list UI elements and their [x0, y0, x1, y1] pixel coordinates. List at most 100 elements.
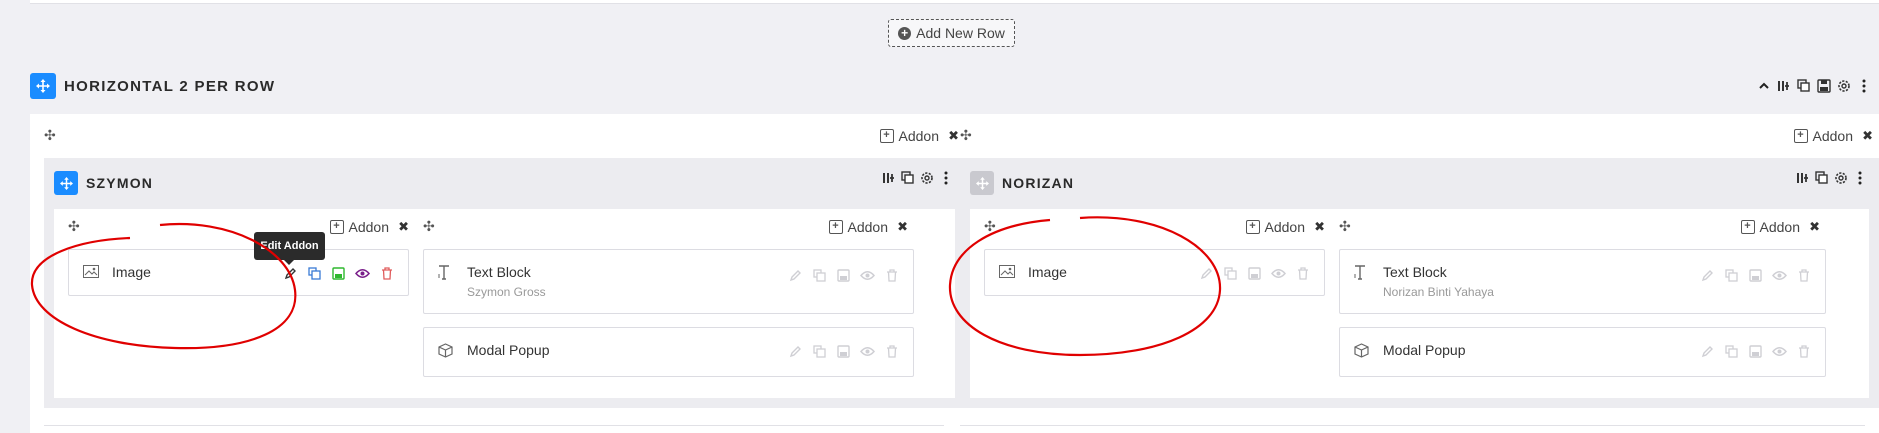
add-addon-icon: + [329, 220, 344, 234]
add-addon-icon: + [1245, 220, 1260, 234]
column-drag-handle-icon[interactable]: ✣ [960, 128, 974, 142]
save-icon[interactable] [1247, 266, 1262, 281]
column-layout-icon[interactable] [1776, 78, 1791, 93]
inner-column-1: ✣ + Addon ✖ Image [54, 209, 409, 398]
inner-row-norizan: NORIZAN ✣ + Addon ✖ Image ✣ + Addon ✖ Te… [960, 158, 1879, 408]
outer-column-2: ✣ + Addon ✖ NORIZAN ✣ + Addon ✖ Image ✣ … [950, 114, 1879, 433]
trash-icon[interactable] [1295, 266, 1310, 281]
add-new-row-label: Add New Row [916, 25, 1005, 41]
eye-icon[interactable] [860, 344, 875, 359]
duplicate-icon[interactable] [1724, 268, 1739, 283]
addon-name: Text Block [467, 264, 531, 280]
gear-icon[interactable] [1833, 170, 1848, 185]
add-addon-button[interactable]: + Addon [1245, 219, 1305, 235]
inner-row-title: NORIZAN [1002, 175, 1075, 191]
section-content: ✣ + Addon ✖ SZYMON ✣ + Addon ✖ Image ✣ +… [30, 114, 1879, 433]
addon-actions [788, 344, 899, 359]
pencil-icon[interactable] [1700, 344, 1715, 359]
trash-icon[interactable] [884, 344, 899, 359]
pencil-icon[interactable] [283, 266, 298, 281]
gear-icon[interactable] [919, 170, 934, 185]
trash-icon[interactable] [379, 266, 394, 281]
pencil-icon[interactable] [788, 268, 803, 283]
add-addon-button[interactable]: + Addon [828, 219, 888, 235]
inner-column-2: ✣ + Addon ✖ Text Block Szymon Gross Moda… [423, 209, 914, 398]
cube-icon [438, 343, 453, 361]
duplicate-icon[interactable] [812, 268, 827, 283]
pencil-icon[interactable] [1199, 266, 1214, 281]
add-addon-label: Addon [847, 219, 888, 235]
inner-row-header: SZYMON [54, 170, 153, 196]
addon-card-text-block[interactable]: Text Block Norizan Binti Yahaya [1339, 249, 1826, 314]
add-new-row-button[interactable]: + Add New Row [888, 19, 1015, 47]
trash-icon[interactable] [1796, 344, 1811, 359]
save-icon[interactable] [836, 344, 851, 359]
tooltip-text: Edit Addon [260, 240, 319, 252]
more-vertical-icon[interactable] [1856, 78, 1871, 93]
eye-icon[interactable] [1772, 268, 1787, 283]
save-icon[interactable] [836, 268, 851, 283]
addon-actions [1199, 266, 1310, 281]
addon-card-modal-popup[interactable]: Modal Popup [1339, 327, 1826, 377]
pencil-icon[interactable] [788, 344, 803, 359]
duplicate-icon[interactable] [1724, 344, 1739, 359]
save-icon[interactable] [1748, 268, 1763, 283]
column-layout-icon[interactable] [881, 170, 896, 185]
duplicate-icon[interactable] [812, 344, 827, 359]
column-drag-handle-icon[interactable]: ✣ [423, 219, 437, 233]
addon-card-modal-popup[interactable]: Modal Popup [423, 327, 914, 377]
add-addon-button[interactable]: + Addon [1740, 219, 1800, 235]
collapse-chevron-up-icon[interactable] [1756, 78, 1771, 93]
inner-row-toolbar [881, 170, 953, 185]
next-row-edge-right [960, 425, 1865, 433]
duplicate-icon[interactable] [307, 266, 322, 281]
column-layout-icon[interactable] [1795, 170, 1810, 185]
wrench-icon[interactable]: ✖ [1314, 219, 1325, 235]
add-addon-button[interactable]: + Addon [879, 128, 939, 144]
addon-card-image[interactable]: Image [68, 249, 409, 296]
wrench-icon[interactable]: ✖ [398, 219, 409, 235]
duplicate-icon[interactable] [900, 170, 915, 185]
gear-icon[interactable] [1836, 78, 1851, 93]
addon-name: Image [1028, 264, 1067, 280]
trash-icon[interactable] [1796, 268, 1811, 283]
duplicate-icon[interactable] [1796, 78, 1811, 93]
save-icon[interactable] [1816, 78, 1831, 93]
add-addon-icon: + [1793, 129, 1808, 143]
outer-column-toolbar: ✣ + Addon ✖ [950, 128, 1879, 146]
trash-icon[interactable] [884, 268, 899, 283]
addon-card-image[interactable]: Image [984, 249, 1325, 296]
eye-icon[interactable] [1271, 266, 1286, 281]
addon-card-text-block[interactable]: Text Block Szymon Gross [423, 249, 914, 314]
move-arrows-icon[interactable] [54, 171, 78, 195]
wrench-icon[interactable]: ✖ [1862, 128, 1873, 144]
wrench-icon[interactable]: ✖ [1809, 219, 1820, 235]
save-icon[interactable] [331, 266, 346, 281]
image-icon [83, 265, 99, 281]
column-drag-handle-icon[interactable]: ✣ [68, 219, 82, 233]
addon-subtitle: Szymon Gross [467, 285, 546, 299]
add-addon-button[interactable]: + Addon [329, 219, 389, 235]
addon-name: Modal Popup [1383, 342, 1466, 358]
add-addon-button[interactable]: + Addon [1793, 128, 1853, 144]
eye-icon[interactable] [1772, 344, 1787, 359]
eye-icon[interactable] [355, 266, 370, 281]
eye-icon[interactable] [860, 268, 875, 283]
wrench-icon[interactable]: ✖ [897, 219, 908, 235]
move-arrows-icon[interactable] [30, 73, 56, 99]
duplicate-icon[interactable] [1223, 266, 1238, 281]
move-arrows-icon[interactable] [970, 171, 994, 195]
duplicate-icon[interactable] [1814, 170, 1829, 185]
more-vertical-icon[interactable] [1852, 170, 1867, 185]
section-toolbar [1756, 78, 1871, 93]
addon-name: Image [112, 264, 151, 280]
save-icon[interactable] [1748, 344, 1763, 359]
add-addon-label: Addon [348, 219, 389, 235]
column-drag-handle-icon[interactable]: ✣ [44, 128, 58, 142]
section-title: HORIZONTAL 2 PER ROW [64, 77, 276, 95]
addon-actions [283, 266, 394, 281]
addon-actions [1700, 344, 1811, 359]
column-drag-handle-icon[interactable]: ✣ [984, 219, 998, 233]
column-drag-handle-icon[interactable]: ✣ [1339, 219, 1353, 233]
pencil-icon[interactable] [1700, 268, 1715, 283]
